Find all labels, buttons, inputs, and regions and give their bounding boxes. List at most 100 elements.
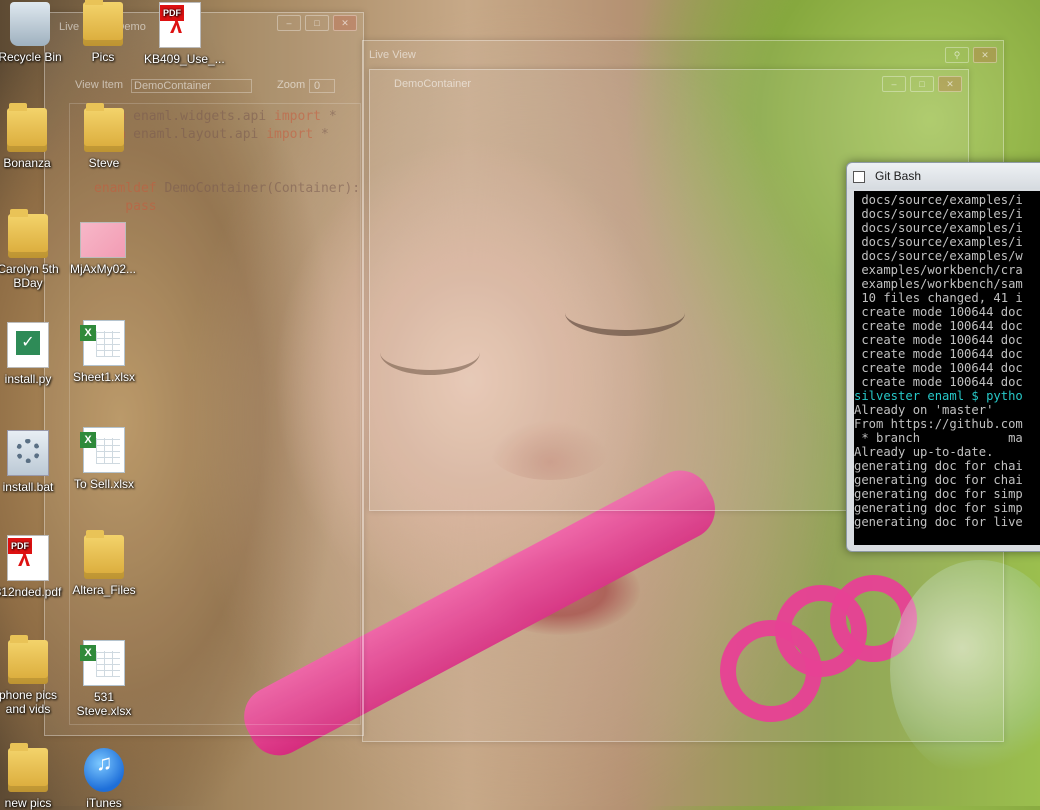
git-bash-window[interactable]: Git Bash docs/source/examples/i docs/sou…	[846, 162, 1040, 552]
desktop-icon-label: Steve	[88, 156, 120, 170]
desktop-icon-label: 312nded.pdf	[0, 585, 62, 599]
ghost-demo-container-title: DemoContainer	[394, 78, 472, 90]
desktop-icon-recycle-bin[interactable]: Recycle Bin	[0, 2, 66, 64]
terminal-line: docs/source/examples/w	[854, 249, 1023, 263]
git-bash-title: Git Bash	[875, 169, 922, 183]
desktop-icon-install-bat[interactable]: install.bat	[0, 430, 64, 494]
desktop-icon-sheet1[interactable]: X Sheet1.xlsx	[68, 320, 140, 384]
ghost-live-view-title: Live View	[369, 49, 416, 61]
desktop-icon-label: 531 Steve.xlsx	[76, 690, 132, 718]
folder-icon	[8, 635, 48, 684]
desktop-icon-carolyn-bday[interactable]: Carolyn 5th BDay	[0, 209, 64, 290]
folder-icon	[84, 530, 124, 579]
desktop-icon-kb409[interactable]: PDF λ KB409_Use_...	[144, 2, 225, 66]
close-icon[interactable]: ✕	[333, 15, 357, 31]
terminal-line: docs/source/examples/i	[854, 207, 1023, 221]
desktop-icon-312nded-pdf[interactable]: PDF λ 312nded.pdf	[0, 535, 64, 599]
desktop-icon-itunes[interactable]: ♫ iTunes	[68, 748, 140, 810]
ghost-zoom-label: Zoom	[277, 79, 306, 91]
minimize-icon[interactable]: –	[277, 15, 301, 31]
desktop-icon-531-steve[interactable]: X 531 Steve.xlsx	[68, 640, 140, 718]
excel-file-icon: X	[80, 427, 125, 473]
desktop-icon-steve[interactable]: Steve	[68, 103, 140, 170]
itunes-icon: ♫	[84, 748, 124, 792]
desktop-icon-label: Carolyn 5th BDay	[0, 262, 59, 290]
folder-icon	[7, 103, 47, 152]
desktop-icon-label: install.bat	[2, 480, 54, 494]
terminal-line: create mode 100644 doc	[854, 319, 1023, 333]
desktop-icon-label: To Sell.xlsx	[73, 477, 135, 491]
terminal-line: generating doc for chai	[854, 473, 1023, 487]
terminal-line: create mode 100644 doc	[854, 305, 1023, 319]
ghost-zoom-input[interactable]: 0	[309, 79, 336, 93]
desktop-icon-label: Sheet1.xlsx	[72, 370, 136, 384]
gear-icon	[16, 439, 40, 463]
close-icon[interactable]: ✕	[973, 47, 997, 63]
ghost-demo-controls: – □ ✕	[882, 76, 962, 92]
desktop-icon-label: MjAxMy02...	[69, 262, 136, 276]
code-line: enamldef DemoContainer(Container):	[94, 181, 361, 196]
terminal-line: generating doc for simp	[854, 487, 1023, 501]
git-bash-terminal[interactable]: docs/source/examples/i docs/source/examp…	[854, 191, 1040, 545]
folder-icon	[8, 743, 48, 792]
desktop-icon-label: iTunes	[86, 796, 122, 810]
terminal-line: generating doc for live	[854, 515, 1023, 529]
desktop-icon-to-sell[interactable]: X To Sell.xlsx	[68, 427, 140, 491]
image-file-icon	[80, 222, 126, 258]
terminal-line: create mode 100644 doc	[854, 361, 1023, 375]
terminal-line: generating doc for simp	[854, 501, 1023, 515]
terminal-icon	[853, 171, 865, 183]
git-bash-titlebar[interactable]: Git Bash	[847, 163, 1040, 189]
terminal-line: docs/source/examples/i	[854, 221, 1023, 235]
maximize-icon[interactable]: □	[910, 76, 934, 92]
desktop-icon-phone-pics[interactable]: phone pics and vids	[0, 635, 64, 716]
desktop-icon-label: Bonanza	[3, 156, 51, 170]
code-line: pass	[94, 199, 157, 214]
pdf-icon: PDF λ	[7, 535, 49, 581]
ghost-view-item-select[interactable]: DemoContainer	[131, 79, 253, 93]
terminal-line: From https://github.com	[854, 417, 1023, 431]
desktop-icon-mjaxmy02[interactable]: MjAxMy02...	[67, 222, 139, 276]
desktop-icon-altera-files[interactable]: Altera_Files	[68, 530, 140, 597]
folder-icon	[8, 209, 48, 258]
desktop-icon-new-pics[interactable]: new pics	[0, 743, 64, 810]
terminal-line: docs/source/examples/i	[854, 235, 1023, 249]
close-icon[interactable]: ✕	[938, 76, 962, 92]
terminal-line: create mode 100644 doc	[854, 333, 1023, 347]
terminal-line: create mode 100644 doc	[854, 375, 1023, 389]
ghost-view-item-label: View Item	[75, 79, 124, 91]
ghost-live-view-controls: ⚲ ✕	[945, 47, 997, 63]
desktop-icon-label: KB409_Use_...	[144, 52, 225, 66]
folder-icon	[84, 103, 124, 152]
pdf-icon: PDF λ	[159, 2, 201, 48]
maximize-icon[interactable]: □	[305, 15, 329, 31]
ghost-editor-controls: – □ ✕	[277, 15, 357, 31]
desktop-icon-bonanza[interactable]: Bonanza	[0, 103, 63, 170]
desktop-icon-pics[interactable]: Pics	[67, 0, 139, 64]
minimize-icon[interactable]: –	[882, 76, 906, 92]
batch-file-icon	[7, 430, 49, 476]
desktop-icon-label: Pics	[91, 50, 115, 64]
terminal-line: generating doc for chai	[854, 459, 1023, 473]
desktop-icon-label: install.py	[4, 372, 52, 386]
desktop-icon-label: Altera_Files	[72, 583, 136, 597]
terminal-line: create mode 100644 doc	[854, 347, 1023, 361]
desktop-icon-label: Recycle Bin	[0, 50, 62, 64]
terminal-line: examples/workbench/cra	[854, 263, 1023, 277]
python-file-icon: ✓	[7, 322, 49, 368]
terminal-line: docs/source/examples/i	[854, 193, 1023, 207]
terminal-line: 10 files changed, 41 i	[854, 291, 1023, 305]
folder-icon	[83, 0, 123, 46]
desktop-icon-label: phone pics and vids	[0, 688, 58, 716]
desktop-icon-label: new pics	[4, 796, 52, 810]
ghost-code-area[interactable]: from enaml.widgets.api import * from ena…	[69, 103, 361, 725]
recycle-bin-icon	[10, 2, 50, 46]
terminal-line: Already up-to-date.	[854, 445, 994, 459]
terminal-line: examples/workbench/sam	[854, 277, 1023, 291]
pin-icon[interactable]: ⚲	[945, 47, 969, 63]
desktop-icon-install-py[interactable]: ✓ install.py	[0, 322, 64, 386]
excel-file-icon: X	[80, 320, 125, 366]
terminal-line: Already on 'master'	[854, 403, 994, 417]
terminal-prompt-line: silvester enaml $ pytho	[854, 389, 1023, 403]
excel-file-icon: X	[80, 640, 125, 686]
